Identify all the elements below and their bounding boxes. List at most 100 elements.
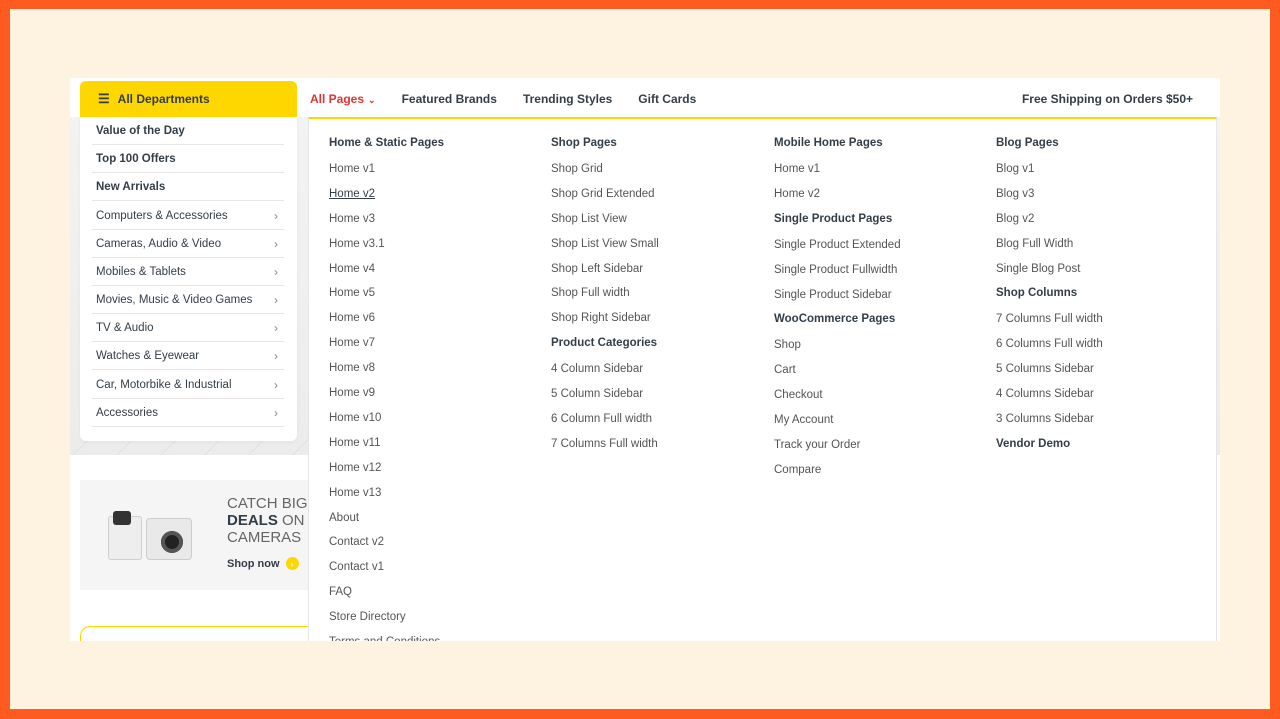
menu-link[interactable]: Home v2 [774,188,820,200]
menu-heading: WooCommerce Pages [774,313,896,326]
menu-link[interactable]: Shop Grid Extended [551,188,655,200]
chevron-right-icon: › [274,236,278,251]
menu-link[interactable]: Home v10 [329,412,381,424]
page-frame: ☰ All Departments All Pages ⌄ Featured Br… [10,9,1270,709]
menu-link[interactable]: My Account [774,414,833,426]
menu-link[interactable]: Store Directory [329,611,406,623]
menu-link[interactable]: About [329,512,359,524]
chevron-down-icon: ⌄ [368,95,376,105]
menu-link[interactable]: Home v3.1 [329,238,385,250]
menu-link[interactable]: Home v5 [329,287,375,299]
menu-link[interactable]: Blog v1 [996,163,1034,175]
sidebar-item-car-motorbike-industrial[interactable]: Car, Motorbike & Industrial › [92,371,284,399]
menu-link[interactable]: Contact v2 [329,536,384,548]
shop-now-link[interactable]: Shop now › [227,557,299,570]
all-departments-button[interactable]: ☰ All Departments [80,81,297,117]
menu-link[interactable]: Home v7 [329,337,375,349]
menu-link[interactable]: 3 Columns Sidebar [996,413,1094,425]
sidebar-item-top-100-offers[interactable]: Top 100 Offers [92,145,284,173]
menu-link[interactable]: Compare [774,464,821,476]
chevron-right-icon: › [274,208,278,223]
nav-all-pages[interactable]: All Pages ⌄ [310,92,376,106]
sidebar-item-new-arrivals[interactable]: New Arrivals [92,173,284,201]
menu-link[interactable]: Contact v1 [329,561,384,573]
menu-link[interactable]: Terms and Conditions [329,636,440,641]
sidebar-item-label: Accessories [96,406,158,419]
sidebar-item-computers-accessories[interactable]: Computers & Accessories › [92,202,284,230]
menu-link[interactable]: Home v12 [329,462,381,474]
sidebar-item-mobiles-tablets[interactable]: Mobiles & Tablets › [92,258,284,286]
menu-link[interactable]: Checkout [774,389,823,401]
menu-link[interactable]: Home v4 [329,263,375,275]
chevron-right-icon: › [274,292,278,307]
menu-link[interactable]: 5 Columns Sidebar [996,363,1094,375]
menu-heading: Vendor Demo [996,437,1071,450]
camera-image [108,511,142,560]
nav-gift-cards[interactable]: Gift Cards [638,92,696,106]
menu-link[interactable]: FAQ [329,586,352,598]
menu-link[interactable]: Home v9 [329,387,375,399]
chevron-right-icon: › [274,264,278,279]
sidebar-item-label: Top 100 Offers [96,152,176,165]
sidebar-item-accessories[interactable]: Accessories › [92,399,284,427]
menu-link[interactable]: Shop Grid [551,163,603,175]
sidebar-item-watches-eyewear[interactable]: Watches & Eyewear › [92,342,284,370]
browser-viewport: ☰ All Departments All Pages ⌄ Featured Br… [70,78,1220,641]
chevron-right-icon: › [274,348,278,363]
menu-link[interactable]: Blog v2 [996,213,1034,225]
menu-link[interactable]: Shop List View [551,213,627,225]
nav-featured-brands[interactable]: Featured Brands [402,92,497,106]
menu-link[interactable]: Single Product Fullwidth [774,264,897,276]
nav-trending-styles[interactable]: Trending Styles [523,92,612,106]
sidebar-item-label: Cameras, Audio & Video [96,237,222,250]
menu-link[interactable]: Home v3 [329,213,375,225]
menu-link[interactable]: Cart [774,364,796,376]
sidebar-item-label: Car, Motorbike & Industrial [96,378,232,391]
menu-link[interactable]: 4 Columns Sidebar [996,388,1094,400]
menu-link[interactable]: Shop Left Sidebar [551,263,643,275]
all-departments-label: All Departments [117,92,210,106]
promo-banner[interactable]: CATCH BIG DEALS ON T CAMERAS Shop now › [80,480,318,590]
menu-link[interactable]: 7 Columns Full width [551,438,658,450]
menu-link[interactable]: Single Product Sidebar [774,289,892,301]
menu-link[interactable]: Home v8 [329,362,375,374]
menu-link[interactable]: 5 Column Sidebar [551,388,643,400]
menu-link[interactable]: 4 Column Sidebar [551,363,643,375]
menu-link[interactable]: Blog v3 [996,188,1034,200]
menu-link[interactable]: Shop List View Small [551,238,659,250]
sidebar-item-movies-music-video-games[interactable]: Movies, Music & Video Games › [92,286,284,314]
menu-link[interactable]: 7 Columns Full width [996,313,1103,325]
camera-image [146,518,192,560]
menu-link[interactable]: Shop Right Sidebar [551,312,651,324]
menu-link[interactable]: Single Product Extended [774,239,901,251]
sidebar-item-label: Mobiles & Tablets [96,265,186,278]
menu-link[interactable]: 6 Column Full width [551,413,652,425]
menu-link[interactable]: Blog Full Width [996,238,1073,250]
sidebar-item-tv-audio[interactable]: TV & Audio › [92,314,284,342]
menu-link[interactable]: Home v1 [774,163,820,175]
sidebar-item-label: TV & Audio [96,321,154,334]
departments-sidebar: Value of the Day Top 100 Offers New Arriva… [80,117,297,441]
menu-link[interactable]: Single Blog Post [996,263,1080,275]
chevron-right-icon: › [274,320,278,335]
chevron-right-icon: › [274,405,278,420]
menu-link[interactable]: Home v13 [329,487,381,499]
menu-heading: Home & Static Pages [329,137,445,149]
menu-link[interactable]: 6 Columns Full width [996,338,1103,350]
menu-link[interactable]: Shop Full width [551,287,630,299]
sidebar-item-cameras-audio-video[interactable]: Cameras, Audio & Video › [92,230,284,258]
menu-link[interactable]: Home v11 [329,437,381,449]
sidebar-item-label: Value of the Day [96,124,185,137]
sidebar-item-label: Watches & Eyewear [96,349,200,362]
sidebar-item-value-of-the-day[interactable]: Value of the Day [92,117,284,145]
menu-link[interactable]: Home v2 [329,188,375,200]
menu-link[interactable]: Home v1 [329,163,375,175]
menu-link[interactable]: Home v6 [329,312,375,324]
list-icon: ☰ [98,91,110,106]
menu-link[interactable]: Track your Order [774,439,860,451]
menu-link[interactable]: Shop [774,339,801,351]
top-navigation: All Pages ⌄ Featured Brands Trending Styl… [310,81,722,117]
menu-heading: Blog Pages [996,137,1059,149]
all-pages-mega-menu: Home & Static Pages Home v1 Home v2 Home v3… [308,117,1217,641]
menu-heading: Mobile Home Pages [774,137,883,149]
